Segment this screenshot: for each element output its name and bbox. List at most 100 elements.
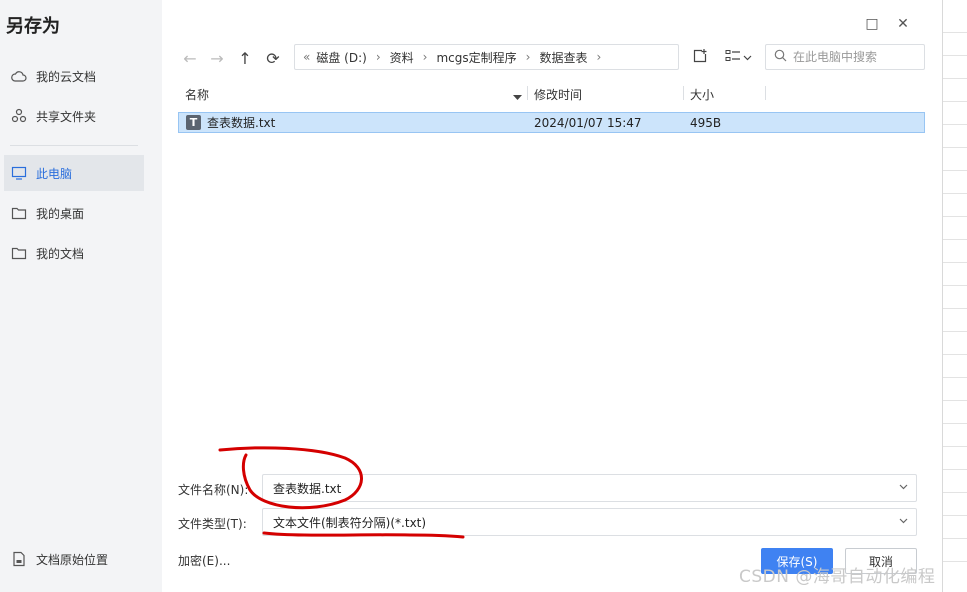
breadcrumb-item[interactable]: 资料	[390, 49, 414, 66]
chevron-right-icon: ›	[422, 50, 428, 64]
close-button[interactable]: ✕	[893, 14, 913, 34]
column-divider[interactable]	[765, 86, 766, 100]
column-header-name[interactable]: 名称	[185, 84, 209, 104]
sidebar-item-this-pc[interactable]: 此电脑	[4, 155, 144, 191]
grid-line	[943, 561, 967, 562]
grid-line	[943, 469, 967, 470]
column-header-label: 修改时间	[534, 87, 583, 102]
back-button[interactable]: ←	[179, 47, 201, 69]
grid-line	[943, 331, 967, 332]
grid-line	[943, 377, 967, 378]
close-icon: ✕	[897, 16, 909, 32]
column-header-size[interactable]: 大小	[690, 84, 714, 104]
sort-indicator-icon	[513, 90, 522, 104]
grid-line	[943, 538, 967, 539]
encrypt-button[interactable]: 加密(E)...	[178, 552, 230, 569]
maximize-button[interactable]: □	[862, 14, 882, 34]
breadcrumb-item[interactable]: 磁盘 (D:)	[316, 49, 366, 66]
sidebar-item-shared-folder[interactable]: 共享文件夹	[4, 98, 144, 134]
document-location-icon	[10, 550, 28, 568]
column-header-modified[interactable]: 修改时间	[534, 84, 582, 104]
search-box[interactable]	[765, 44, 925, 70]
grid-line	[943, 423, 967, 424]
breadcrumb[interactable]: « 磁盘 (D:) › 资料 › mcgs定制程序 › 数据查表 ›	[294, 44, 679, 70]
arrow-right-icon: →	[210, 48, 224, 68]
arrow-up-icon: ↑	[238, 48, 252, 68]
sidebar: 另存为 我的云文档 共享文件夹 此电脑 我的桌面 我的文档 文档原始位置	[0, 0, 162, 592]
grid-line	[943, 262, 967, 263]
filename-field[interactable]: 查表数据.txt	[262, 474, 917, 502]
sidebar-item-original-location[interactable]: 文档原始位置	[4, 541, 144, 577]
sidebar-item-label: 我的文档	[36, 246, 85, 261]
chevron-down-icon[interactable]	[899, 516, 908, 527]
share-icon	[10, 107, 28, 125]
grid-line	[943, 216, 967, 217]
chevron-down-icon[interactable]	[899, 482, 908, 493]
dialog-title: 另存为	[6, 16, 60, 37]
grid-line	[943, 400, 967, 401]
grid-line	[943, 78, 967, 79]
folder-icon	[10, 204, 28, 222]
maximize-icon: □	[865, 16, 879, 32]
sidebar-item-label: 此电脑	[36, 166, 73, 181]
refresh-icon: ⟳	[266, 48, 280, 68]
search-icon	[774, 49, 787, 65]
up-button[interactable]: ↑	[234, 47, 256, 69]
main-panel: □ ✕ ← → ↑ ⟳ « 磁盘 (D:) › 资料 › mcgs定制程序 › …	[162, 0, 942, 592]
grid-line	[943, 308, 967, 309]
breadcrumb-overflow-icon[interactable]: «	[303, 50, 310, 64]
chevron-down-icon	[743, 50, 752, 64]
chevron-right-icon: ›	[375, 50, 381, 64]
grid-line	[943, 101, 967, 102]
sidebar-divider	[10, 145, 138, 146]
background-window-edge	[942, 0, 967, 592]
folder-icon	[10, 244, 28, 262]
grid-line	[943, 239, 967, 240]
monitor-icon	[10, 164, 28, 182]
filename-label: 文件名称(N):	[178, 483, 249, 497]
grid-line	[943, 285, 967, 286]
grid-line	[943, 354, 967, 355]
refresh-button[interactable]: ⟳	[262, 47, 284, 69]
grid-line	[943, 124, 967, 125]
grid-line	[943, 492, 967, 493]
breadcrumb-item[interactable]: mcgs定制程序	[436, 49, 516, 66]
column-header-label: 大小	[690, 87, 715, 102]
sidebar-item-cloud-docs[interactable]: 我的云文档	[4, 58, 144, 94]
grid-line	[943, 193, 967, 194]
arrow-left-icon: ←	[183, 48, 197, 68]
file-row[interactable]: T 查表数据.txt 2024/01/07 15:47 495B	[178, 112, 925, 133]
sidebar-item-label: 共享文件夹	[36, 109, 97, 124]
new-folder-icon	[692, 48, 708, 67]
file-size: 495B	[690, 115, 722, 130]
column-divider[interactable]	[683, 86, 684, 100]
file-name: 查表数据.txt	[207, 116, 276, 130]
grid-line	[943, 32, 967, 33]
text-file-icon: T	[186, 115, 201, 130]
filetype-select[interactable]: 文本文件(制表符分隔)(*.txt)	[262, 508, 917, 536]
sidebar-item-documents[interactable]: 我的文档	[4, 235, 144, 271]
cloud-icon	[10, 67, 28, 85]
sidebar-item-label: 文档原始位置	[36, 552, 109, 567]
list-view-icon	[725, 49, 741, 66]
sidebar-item-label: 我的桌面	[36, 206, 85, 221]
search-input[interactable]	[793, 50, 913, 64]
chevron-right-icon: ›	[525, 50, 531, 64]
new-folder-button[interactable]	[689, 46, 711, 68]
filename-value[interactable]: 查表数据.txt	[273, 480, 341, 497]
grid-line	[943, 147, 967, 148]
chevron-right-icon: ›	[596, 50, 602, 64]
sidebar-item-desktop[interactable]: 我的桌面	[4, 195, 144, 231]
file-modified: 2024/01/07 15:47	[534, 115, 642, 130]
view-mode-button[interactable]	[722, 46, 754, 68]
filetype-label: 文件类型(T):	[178, 517, 247, 531]
column-header-label: 名称	[185, 87, 210, 102]
breadcrumb-item[interactable]: 数据查表	[539, 49, 587, 66]
grid-line	[943, 446, 967, 447]
forward-button[interactable]: →	[206, 47, 228, 69]
column-divider[interactable]	[527, 86, 528, 100]
sidebar-item-label: 我的云文档	[36, 69, 97, 84]
grid-line	[943, 170, 967, 171]
grid-line	[943, 515, 967, 516]
grid-line	[943, 55, 967, 56]
